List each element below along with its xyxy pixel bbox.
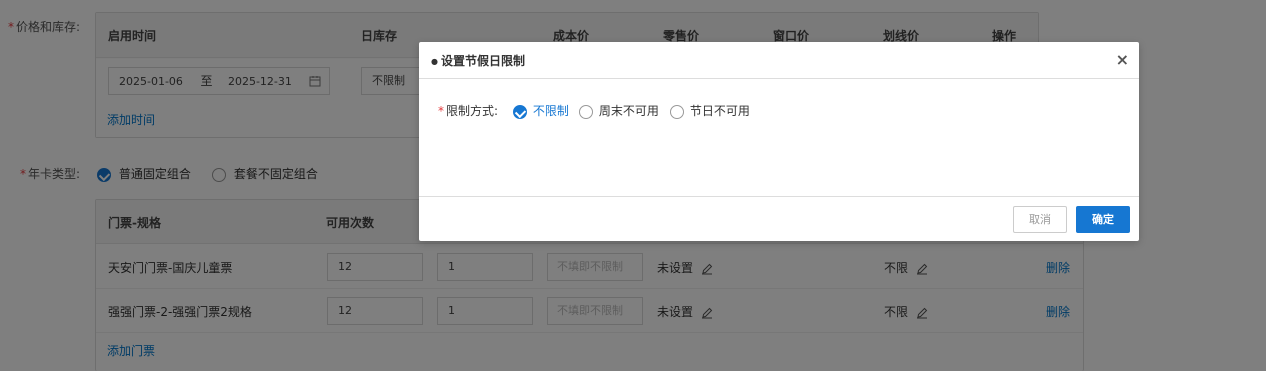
bullet-icon: ● <box>431 57 438 66</box>
radio-checked-icon[interactable] <box>513 104 527 119</box>
limit-option-weekend[interactable]: 周末不可用 <box>579 102 659 119</box>
dialog-title: ● 设置节假日限制 <box>431 54 525 68</box>
divider <box>419 196 1139 197</box>
confirm-button[interactable]: 确定 <box>1076 206 1130 233</box>
limit-method-label: * 限制方式: <box>438 104 499 118</box>
cancel-button[interactable]: 取消 <box>1013 206 1067 233</box>
radio-unchecked-icon[interactable] <box>670 104 684 119</box>
limit-option-holiday[interactable]: 节日不可用 <box>670 102 750 119</box>
holiday-limit-dialog: ● 设置节假日限制 × * 限制方式: 不限制 周末不可用 节日不可用 取消 确定 <box>419 42 1139 241</box>
radio-unchecked-icon[interactable] <box>579 104 593 119</box>
divider <box>419 78 1139 79</box>
close-icon[interactable]: × <box>1116 50 1129 69</box>
limit-option-none[interactable]: 不限制 <box>513 102 569 119</box>
